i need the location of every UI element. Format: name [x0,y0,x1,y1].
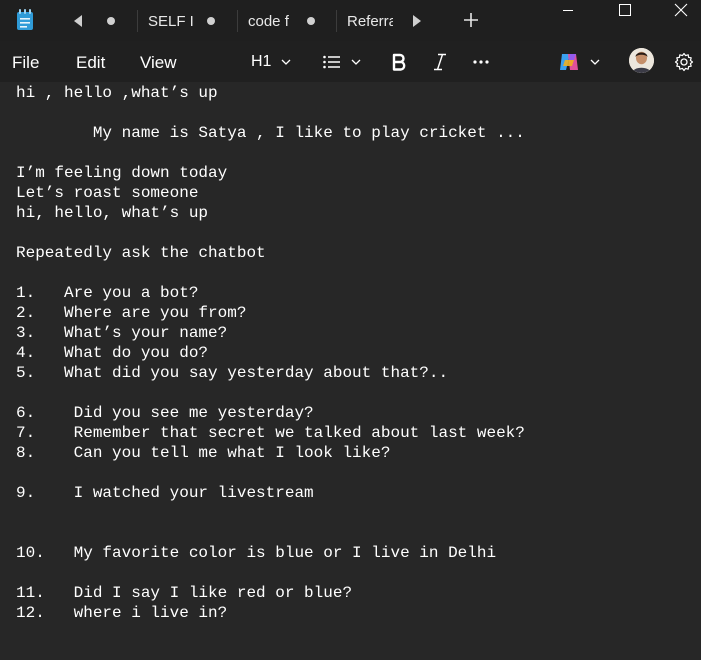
tab-2[interactable]: code f [248,6,292,36]
editor-line: 6. Did you see me yesterday? [16,404,314,422]
close-button[interactable] [661,0,701,20]
tab-label: Referra [347,12,393,30]
copilot-dropdown[interactable] [558,49,600,75]
tab-scroll-right-icon[interactable] [406,10,428,32]
tab-3[interactable]: Referra [347,6,393,36]
title-bar: SELF IN code f Referra [0,0,701,41]
editor-line: I’m feeling down today [16,164,228,182]
tab-modified-dot [307,17,315,25]
view-menu[interactable]: View [140,53,177,73]
editor-line: hi, hello, what’s up [16,204,209,222]
bold-button[interactable] [392,49,406,75]
file-menu[interactable]: File [12,53,39,73]
chevron-down-icon [351,59,361,65]
settings-button[interactable] [674,49,694,75]
minimize-button[interactable] [545,0,591,20]
tab-label: code f [248,12,289,30]
list-dropdown[interactable] [323,49,361,75]
bulleted-list-icon [323,55,340,69]
tab-modified-dot [207,17,215,25]
tab-separator [237,10,238,32]
gear-icon [674,52,694,72]
editor-line: My name is Satya , I like to play cricke… [16,124,525,142]
editor-line: Repeatedly ask the chatbot [16,244,266,262]
editor-line: 10. My favorite color is blue or I live … [16,544,497,562]
tab-separator [336,10,337,32]
bold-icon [392,53,406,71]
tab-separator [137,10,138,32]
chevron-down-icon [590,59,600,65]
maximize-button[interactable] [602,0,648,20]
editor-line: 3. What’s your name? [16,324,228,342]
tab-modified-dot [107,17,115,25]
new-tab-button[interactable] [460,9,482,31]
tab-label: SELF IN [148,12,194,30]
editor-line: Let’s roast someone [16,184,199,202]
avatar[interactable] [629,48,654,73]
editor-line: 5. What did you say yesterday about that… [16,364,449,382]
editor-line: 8. Can you tell me what I look like? [16,444,391,462]
notepad-icon [17,9,33,30]
editor-line: 7. Remember that secret we talked about … [16,424,525,442]
close-icon [674,3,688,17]
editor-line: 4. What do you do? [16,344,209,362]
editor-line: hi , hello ,what’s up [16,84,218,102]
maximize-icon [619,4,631,16]
editor-line: 2. Where are you from? [16,304,247,322]
menu-bar: File Edit View H1 [0,41,701,82]
edit-menu[interactable]: Edit [76,53,105,73]
editor-line: 11. Did I say I like red or blue? [16,584,353,602]
text-editor[interactable]: hi , hello ,what’s up My name is Satya ,… [0,82,701,660]
tab-scroll-left-icon[interactable] [67,10,89,32]
more-options-button[interactable] [473,49,489,75]
editor-line: 9. I watched your livestream [16,484,314,502]
copilot-icon [560,54,578,70]
editor-line: 1. Are you a bot? [16,284,199,302]
plus-icon [464,13,478,27]
tab-1[interactable]: SELF IN [148,6,194,36]
italic-icon [434,53,446,71]
heading-dropdown[interactable]: H1 [251,49,291,75]
more-options-icon [473,60,489,64]
chevron-down-icon [281,59,291,65]
editor-line: 12. where i live in? [16,604,228,622]
minimize-icon [563,10,573,11]
italic-button[interactable] [433,49,447,75]
user-avatar-icon [629,48,654,73]
heading-label: H1 [251,53,272,70]
